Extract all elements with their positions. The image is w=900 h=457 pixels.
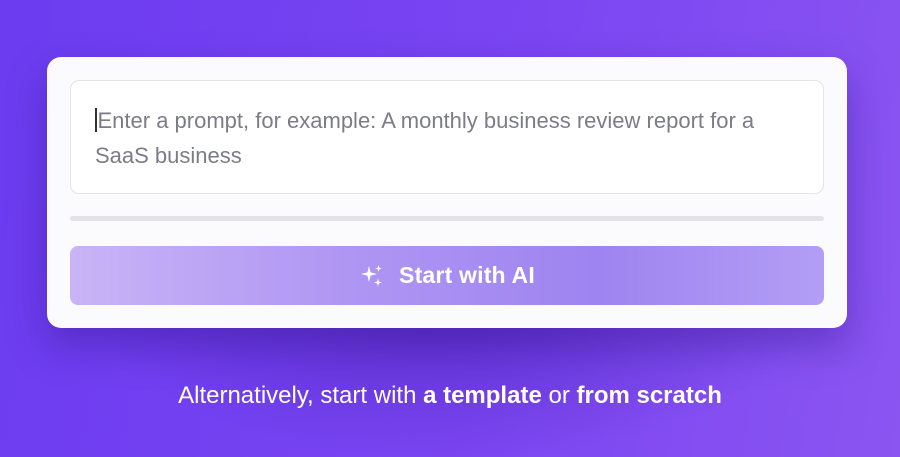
footer-prefix: Alternatively, start with bbox=[178, 382, 424, 409]
alternative-options-text: Alternatively, start with a template or … bbox=[0, 382, 900, 410]
divider bbox=[70, 216, 824, 221]
prompt-placeholder-text: Enter a prompt, for example: A monthly b… bbox=[95, 108, 755, 168]
sparkle-icon bbox=[361, 264, 383, 286]
from-scratch-link[interactable]: from scratch bbox=[576, 382, 721, 409]
prompt-placeholder: Enter a prompt, for example: A monthly b… bbox=[95, 103, 799, 173]
start-with-ai-button[interactable]: Start with AI bbox=[70, 246, 824, 305]
prompt-card: Enter a prompt, for example: A monthly b… bbox=[47, 57, 847, 328]
template-link[interactable]: a template bbox=[423, 382, 542, 409]
prompt-input[interactable]: Enter a prompt, for example: A monthly b… bbox=[70, 80, 824, 194]
text-caret bbox=[95, 108, 97, 132]
footer-connector: or bbox=[541, 382, 577, 409]
start-with-ai-label: Start with AI bbox=[399, 262, 535, 288]
